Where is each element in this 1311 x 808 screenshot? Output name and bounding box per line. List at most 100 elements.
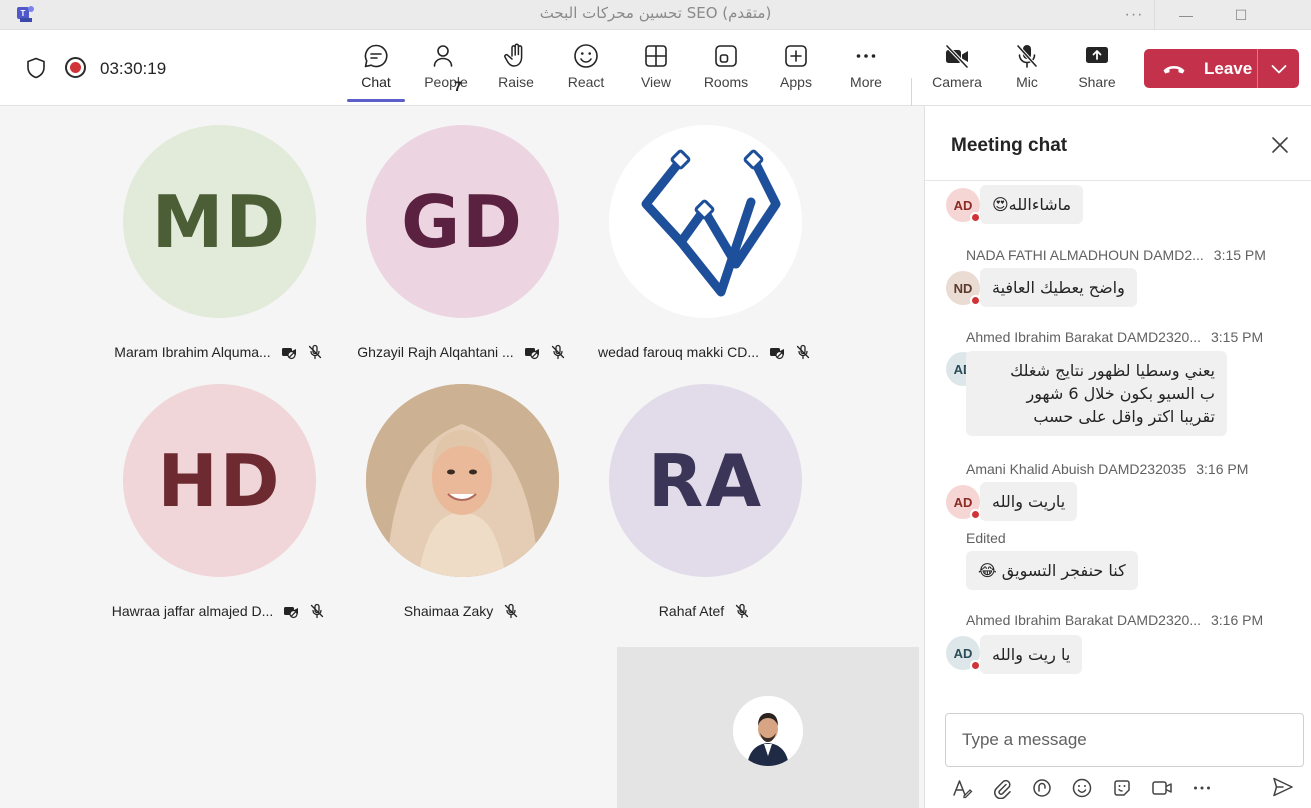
participant-name-row: Hawraa jaffar almajed D... <box>97 603 340 619</box>
participant-tile[interactable]: MD Maram Ibrahim Alquma... <box>97 106 340 364</box>
attach-button[interactable] <box>991 774 1031 802</box>
message-bubble[interactable]: ياريت والله <box>980 482 1078 521</box>
share-screen-icon <box>1086 47 1108 63</box>
message-time: 3:15 PM <box>1213 247 1266 263</box>
meeting-chat-panel: Meeting chat AD ماشاءالله😍 NADA FATHI AL… <box>924 106 1311 808</box>
share-button[interactable]: Share <box>1065 42 1129 102</box>
participant-tile[interactable]: wedad farouq makki CD... <box>583 106 826 364</box>
format-text-icon <box>953 780 973 799</box>
mic-button[interactable]: Mic <box>995 42 1059 102</box>
hang-up-icon <box>1163 65 1185 73</box>
leave-label: Leave <box>1204 58 1253 78</box>
people-icon <box>433 45 453 67</box>
message-bubble[interactable]: يعني وسطيا لظهور نتايج شغلك ب السيو بكون… <box>966 351 1227 436</box>
participant-tile[interactable]: HD Hawraa jaffar almajed D... <box>97 365 340 623</box>
message-line: تقريبا اكتر واقل على حسب <box>1033 407 1215 426</box>
message-meta: NADA FATHI ALMADHOUN DAMD2... 3:15 PM <box>966 247 1266 263</box>
send-icon[interactable] <box>1271 775 1295 799</box>
participant-avatar: GD <box>366 125 559 318</box>
maximize-button[interactable]: ☐ <box>1219 0 1263 30</box>
camera-off-icon <box>284 607 299 619</box>
self-avatar <box>733 696 803 766</box>
company-logo-icon <box>641 149 780 296</box>
participant-photo <box>366 384 559 577</box>
message-line: يعني وسطيا لظهور نتايج شغلك <box>1010 361 1215 380</box>
minimize-button[interactable]: — <box>1164 0 1208 30</box>
video-clip-button[interactable] <box>1151 774 1191 802</box>
video-clip-icon <box>1152 781 1172 795</box>
participant-name-row: wedad farouq makki CD... <box>583 344 826 360</box>
loop-icon <box>1033 779 1051 797</box>
message-avatar-initials: AD <box>953 494 973 510</box>
participant-tile[interactable]: GD Ghzayil Rajh Alqahtani ... <box>340 106 583 364</box>
participant-avatar <box>609 125 802 318</box>
message-time: 3:16 PM <box>1211 612 1264 628</box>
rooms-button-label: Rooms <box>703 74 749 90</box>
loop-component-button[interactable] <box>1031 774 1071 802</box>
close-icon[interactable] <box>1270 135 1290 155</box>
camera-off-icon <box>281 348 296 360</box>
self-view[interactable] <box>617 647 919 808</box>
camera-button[interactable]: Camera <box>925 42 989 102</box>
message-bubble[interactable]: واضح يعطيك العافية <box>980 268 1137 307</box>
message-avatar[interactable]: AD <box>946 636 981 671</box>
window-more-button[interactable]: ··· <box>1112 0 1156 30</box>
mic-muted-icon <box>308 344 321 360</box>
chevron-down-icon <box>1271 64 1286 73</box>
composer-toolbar <box>951 774 1231 802</box>
leave-button[interactable]: Leave <box>1144 49 1299 88</box>
meeting-toolbar: 03:30:19 Chat People 7 Raise React View … <box>0 30 1311 116</box>
mic-muted-icon <box>311 603 324 619</box>
chat-button[interactable]: Chat <box>344 42 408 102</box>
message-avatar-initials: ND <box>953 280 973 296</box>
more-dots-icon <box>856 54 876 58</box>
format-button[interactable] <box>951 774 991 802</box>
participant-name-row: Shaimaa Zaky <box>340 603 583 619</box>
message-avatar[interactable]: AD <box>946 485 981 520</box>
mic-muted-icon <box>736 603 749 619</box>
emoji-button[interactable] <box>1071 774 1111 802</box>
camera-button-label: Camera <box>932 74 982 90</box>
participant-tile[interactable]: Shaimaa Zaky <box>340 365 583 623</box>
more-options-button[interactable] <box>1191 774 1231 802</box>
message-time: 3:16 PM <box>1196 461 1249 477</box>
paperclip-icon <box>994 779 1011 799</box>
apps-button[interactable]: Apps <box>764 42 828 102</box>
view-button[interactable]: View <box>624 42 688 102</box>
shield-icon[interactable] <box>26 57 46 79</box>
participant-avatar: MD <box>123 125 316 318</box>
sticker-button[interactable] <box>1111 774 1151 802</box>
more-button[interactable]: More <box>834 42 898 102</box>
meeting-timer: 03:30:19 <box>100 59 167 78</box>
participant-name: Hawraa jaffar almajed D... <box>111 603 274 619</box>
mic-muted-icon <box>551 344 564 360</box>
react-button-label: React <box>567 74 605 90</box>
leave-options-button[interactable] <box>1258 64 1299 74</box>
chat-tab-indicator <box>347 99 405 102</box>
mic-button-label: Mic <box>1016 74 1038 90</box>
message-bubble[interactable]: ماشاءالله😍 <box>980 185 1084 224</box>
rooms-button[interactable]: Rooms <box>694 42 758 102</box>
raise-hand-button[interactable]: Raise <box>484 42 548 102</box>
react-button[interactable]: React <box>554 42 618 102</box>
message-input[interactable] <box>946 714 1303 766</box>
message-bubble[interactable]: كنا حنفجر التسويق 😂 <box>966 551 1138 590</box>
raise-hand-icon <box>504 43 523 67</box>
camera-off-icon <box>524 348 539 360</box>
rooms-icon <box>715 45 737 67</box>
message-bubble[interactable]: يا ريت والله <box>980 635 1083 674</box>
smiley-icon <box>574 44 598 68</box>
share-button-label: Share <box>1078 74 1116 90</box>
leave-main[interactable]: Leave <box>1144 49 1257 88</box>
participant-tile[interactable]: RA Rahaf Atef <box>583 365 826 623</box>
title-bar: T تحسين محركات البحث SEO (متقدم) ··· — ☐ <box>0 0 1311 30</box>
message-avatar-initials: AD <box>953 197 973 213</box>
message-time: 3:15 PM <box>1211 329 1264 345</box>
message-composer[interactable] <box>945 713 1304 767</box>
message-avatar[interactable]: AD <box>946 188 981 223</box>
message-avatar[interactable]: ND <box>946 271 981 306</box>
participant-name: Ghzayil Rajh Alqahtani ... <box>357 344 514 360</box>
participant-name-row: Ghzayil Rajh Alqahtani ... <box>340 344 583 360</box>
people-button[interactable]: People <box>414 42 478 102</box>
more-dots-icon <box>1194 786 1210 790</box>
